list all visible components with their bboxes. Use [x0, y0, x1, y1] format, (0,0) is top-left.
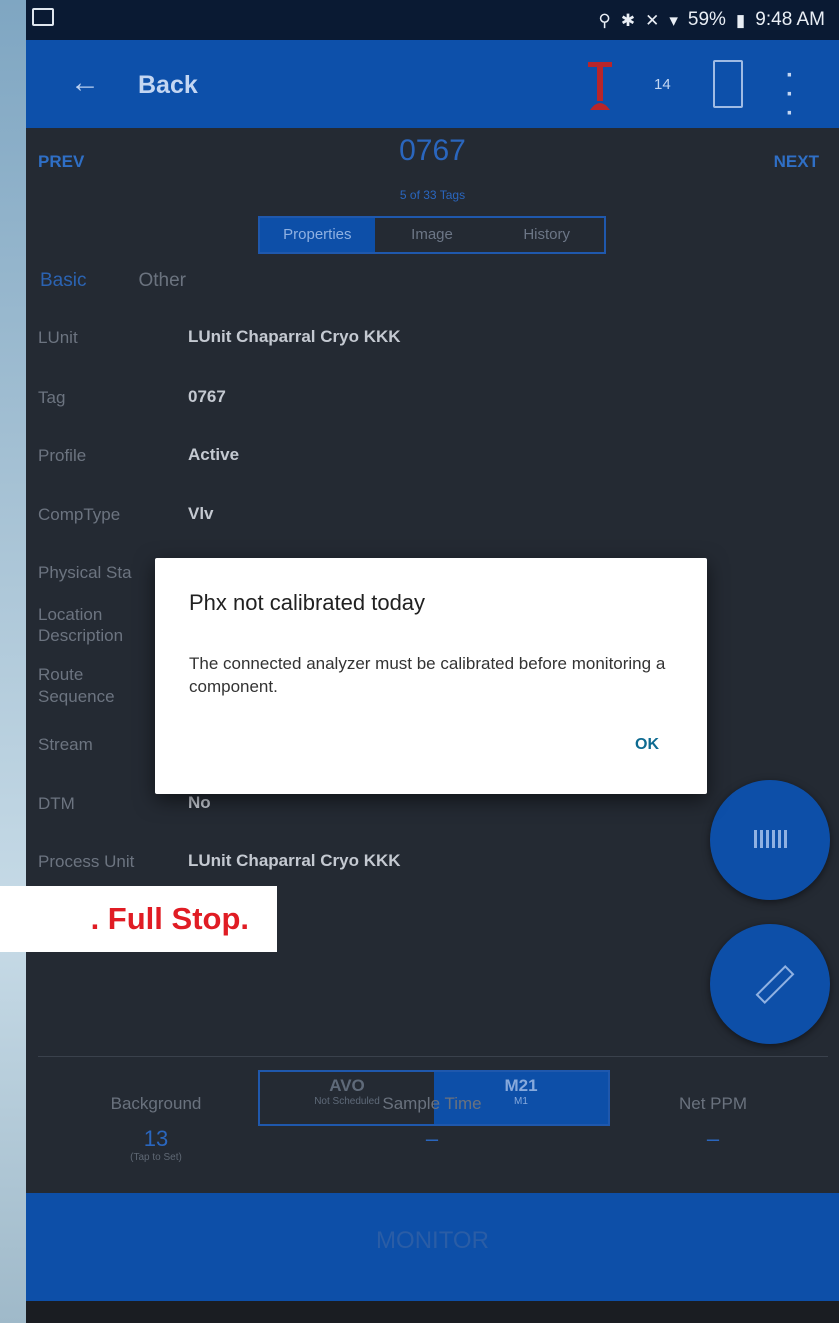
wifi-icon: ▾: [669, 10, 678, 30]
tag-label: Tag: [38, 388, 66, 407]
comptype-label: CompType: [38, 505, 121, 524]
m21-title: M21: [504, 1076, 538, 1095]
location-label-line2: Description: [38, 626, 124, 645]
sample-time-value: –: [425, 1126, 439, 1151]
lunit-value: LUnit Chaparral Cryo KKK: [188, 327, 401, 346]
divider: [38, 1056, 828, 1057]
monitor-label: MONITOR: [376, 1227, 489, 1254]
net-ppm-stat: Net PPM –: [613, 1094, 813, 1152]
caption-text: . Full Stop.: [90, 901, 249, 936]
route-label-line1: Route: [38, 665, 84, 684]
scan-barcode-button[interactable]: [710, 780, 830, 900]
dialog-title: Phx not calibrated today: [189, 590, 426, 615]
barcode-icon: [754, 830, 788, 848]
profile-value: Active: [188, 445, 240, 464]
probe-icon[interactable]: [586, 58, 614, 116]
more-vert-icon[interactable]: · · ·: [786, 64, 794, 126]
gallery-icon: [32, 8, 54, 26]
stream-label: Stream: [38, 735, 93, 754]
tag-value: 0767: [188, 387, 226, 406]
dialog-message: The connected analyzer must be calibrate…: [189, 654, 666, 696]
monitor-button[interactable]: MONITOR: [26, 1193, 839, 1301]
battery-icon: ▮: [735, 10, 746, 30]
avo-title: AVO: [329, 1076, 365, 1095]
sample-time-label: Sample Time: [382, 1094, 482, 1113]
property-subtabs: Basic Other: [40, 270, 186, 292]
tab-history[interactable]: History: [489, 218, 604, 252]
status-bar: ⚲ ✱ ✕ ▾ 59% ▮ 9:48 AM: [26, 0, 839, 40]
process-unit-label: Process Unit: [38, 852, 135, 871]
back-arrow-icon[interactable]: ←: [70, 66, 100, 100]
dtm-label: DTM: [38, 794, 75, 813]
caption-banner: . Full Stop.: [0, 886, 277, 952]
dialog-ok-button[interactable]: OK: [635, 736, 659, 754]
tab-image[interactable]: Image: [375, 218, 490, 252]
process-unit-value: LUnit Chaparral Cryo KKK: [188, 851, 401, 870]
net-ppm-value: –: [706, 1126, 720, 1151]
subtab-basic[interactable]: Basic: [40, 270, 86, 292]
tab-properties[interactable]: Properties: [260, 218, 375, 252]
clock: 9:48 AM: [755, 9, 825, 30]
profile-label: Profile: [38, 446, 87, 465]
sample-time-stat: Sample Time –: [332, 1094, 532, 1152]
dtm-value: No: [188, 793, 211, 812]
edit-button[interactable]: [710, 924, 830, 1044]
subtab-other[interactable]: Other: [138, 270, 186, 292]
tag-number-title: 0767: [399, 134, 466, 167]
tag-position: 5 of 33 Tags: [399, 188, 466, 202]
background-value: 13: [143, 1126, 169, 1151]
background-stat[interactable]: Background 13 (Tap to Set): [56, 1094, 256, 1163]
physical-status-label: Physical Sta: [38, 563, 132, 582]
back-button[interactable]: Back: [138, 71, 198, 100]
detail-tabs: Properties Image History: [258, 216, 606, 254]
app-bar: ← Back 14 · · ·: [26, 40, 839, 128]
logbook-icon[interactable]: [713, 60, 743, 108]
battery-percent: 59%: [687, 9, 726, 30]
tag-count: 14: [654, 76, 671, 93]
bottom-strip: [26, 1301, 839, 1323]
pencil-icon: [755, 965, 795, 1004]
net-ppm-label: Net PPM: [678, 1094, 748, 1113]
lunit-label: LUnit: [38, 328, 78, 347]
background-label: Background: [110, 1094, 202, 1113]
location-label-line1: Location: [38, 605, 103, 624]
location-icon: ⚲: [598, 10, 611, 30]
status-icons: ⚲ ✱ ✕ ▾ 59% ▮ 9:48 AM: [598, 9, 825, 31]
bluetooth-icon: ✱: [620, 10, 636, 30]
route-label-line2: Sequence: [38, 687, 115, 706]
background-hint: (Tap to Set): [130, 1152, 182, 1163]
mute-icon: ✕: [645, 10, 660, 30]
comptype-value: Vlv: [188, 504, 214, 523]
calibration-dialog: Phx not calibrated today The connected a…: [155, 558, 707, 794]
